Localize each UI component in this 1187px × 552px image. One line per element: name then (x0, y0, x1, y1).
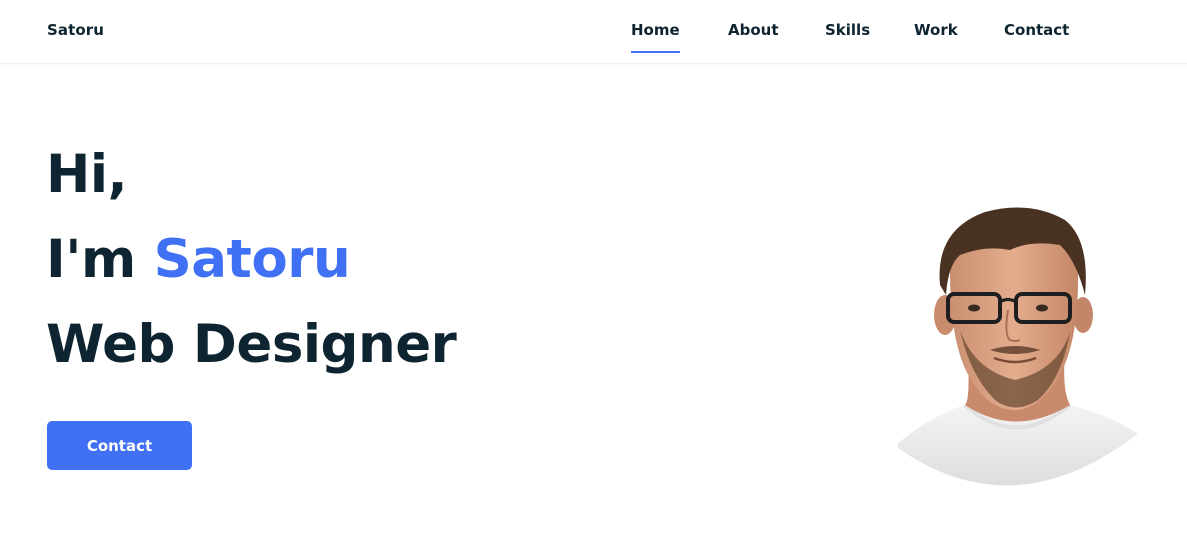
nav-contact[interactable]: Contact (1004, 21, 1069, 39)
profile-portrait (890, 207, 1140, 486)
hero-greeting: Hi, (46, 144, 128, 205)
nav-work[interactable]: Work (914, 21, 958, 39)
nav-home[interactable]: Home (631, 21, 680, 53)
nav-skills[interactable]: Skills (825, 21, 870, 39)
hero-intro-prefix: I'm (46, 229, 136, 290)
main-nav: Home About Skills Work Contact (0, 0, 1187, 64)
hero-name: Satoru (153, 229, 351, 290)
hero-title: Hi, I'm Satoru Web Designer (46, 132, 457, 387)
hero-intro: I'm Satoru (46, 217, 456, 302)
nav-about[interactable]: About (728, 21, 779, 39)
hero-role: Web Designer (46, 314, 457, 375)
contact-button[interactable]: Contact (47, 421, 192, 470)
site-header: Satoru Home About Skills Work Contact (0, 0, 1187, 64)
